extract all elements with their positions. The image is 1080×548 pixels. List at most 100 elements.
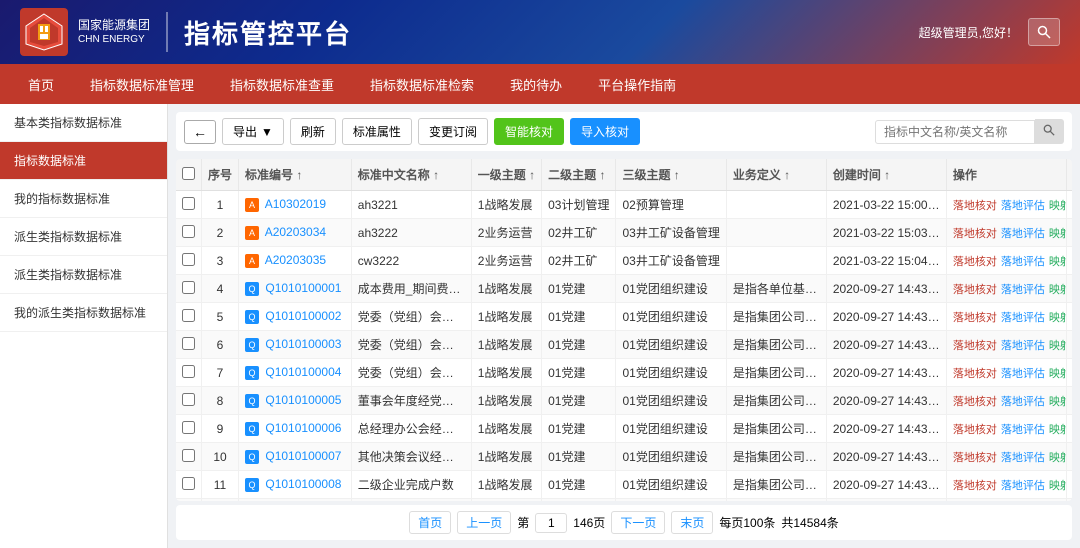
- action-eval[interactable]: 落地评估: [1001, 309, 1045, 325]
- action-landing[interactable]: 落地核对: [953, 421, 997, 437]
- row-code[interactable]: Q Q1010100001: [239, 275, 352, 303]
- row-checkbox[interactable]: [182, 309, 195, 322]
- import-button[interactable]: 导入核对: [570, 118, 640, 145]
- row-code-link[interactable]: Q1010100006: [265, 421, 341, 435]
- nav-standard-mgmt[interactable]: 指标数据标准管理: [72, 64, 212, 104]
- col-header-l3[interactable]: 三级主题 ↑: [616, 159, 726, 191]
- row-name[interactable]: cw3222: [351, 247, 471, 275]
- row-check[interactable]: [176, 191, 202, 219]
- row-name[interactable]: ah3222: [351, 219, 471, 247]
- nav-standard-search[interactable]: 指标数据标准检索: [352, 64, 492, 104]
- action-landing[interactable]: 落地核对: [953, 197, 997, 213]
- sidebar-item-standard[interactable]: 指标数据标准: [0, 142, 167, 180]
- action-landing[interactable]: 落地核对: [953, 337, 997, 353]
- row-code-link[interactable]: Q1010100008: [265, 477, 341, 491]
- action-eval[interactable]: 落地评估: [1001, 253, 1045, 269]
- action-landing[interactable]: 落地核对: [953, 225, 997, 241]
- action-recommend[interactable]: 映射推荐: [1049, 225, 1067, 241]
- row-name[interactable]: 成本费用_期间费用_...: [351, 275, 471, 303]
- subscribe-button[interactable]: 变更订阅: [418, 118, 488, 145]
- action-recommend[interactable]: 映射推荐: [1049, 309, 1067, 325]
- col-header-time[interactable]: 创建时间 ↑: [826, 159, 946, 191]
- row-code-link[interactable]: Q1010100002: [265, 309, 341, 323]
- row-name[interactable]: 党委（党组）会召开...: [351, 303, 471, 331]
- row-code[interactable]: A A10302019: [239, 191, 352, 219]
- col-header-creator[interactable]: 创建人 ↑: [1066, 159, 1072, 191]
- col-header-name[interactable]: 标准中文名称 ↑: [351, 159, 471, 191]
- row-code-link[interactable]: A20203034: [265, 225, 326, 239]
- sidebar-item-my-derived[interactable]: 我的派生类指标数据标准: [0, 294, 167, 332]
- action-recommend[interactable]: 映射推荐: [1049, 253, 1067, 269]
- action-recommend[interactable]: 映射推荐: [1049, 365, 1067, 381]
- page-next-btn[interactable]: 下一页: [611, 511, 665, 534]
- export-button[interactable]: 导出 ▼: [222, 118, 284, 145]
- action-recommend[interactable]: 映射推荐: [1049, 449, 1067, 465]
- row-check[interactable]: [176, 275, 202, 303]
- row-code[interactable]: A A20203034: [239, 219, 352, 247]
- row-code[interactable]: Q Q1010100003: [239, 331, 352, 359]
- row-check[interactable]: [176, 443, 202, 471]
- row-name[interactable]: 党委（党组）会审议...: [351, 359, 471, 387]
- row-checkbox[interactable]: [182, 393, 195, 406]
- action-recommend[interactable]: 映射推荐: [1049, 337, 1067, 353]
- row-checkbox[interactable]: [182, 281, 195, 294]
- row-check[interactable]: [176, 387, 202, 415]
- props-button[interactable]: 标准属性: [342, 118, 412, 145]
- action-eval[interactable]: 落地评估: [1001, 197, 1045, 213]
- action-recommend[interactable]: 映射推荐: [1049, 197, 1067, 213]
- col-header-l2[interactable]: 二级主题 ↑: [542, 159, 616, 191]
- row-checkbox[interactable]: [182, 365, 195, 378]
- col-header-code[interactable]: 标准编号 ↑: [239, 159, 352, 191]
- action-landing[interactable]: 落地核对: [953, 477, 997, 493]
- row-code[interactable]: Q Q1010100006: [239, 415, 352, 443]
- sidebar-item-basic[interactable]: 基本类指标数据标准: [0, 104, 167, 142]
- smart-button[interactable]: 智能核对: [494, 118, 564, 145]
- action-eval[interactable]: 落地评估: [1001, 477, 1045, 493]
- row-checkbox[interactable]: [182, 421, 195, 434]
- row-code[interactable]: Q Q1010100004: [239, 359, 352, 387]
- col-header-def[interactable]: 业务定义 ↑: [726, 159, 826, 191]
- row-code-link[interactable]: A10302019: [265, 197, 326, 211]
- action-eval[interactable]: 落地评估: [1001, 365, 1045, 381]
- row-code-link[interactable]: Q1010100003: [265, 337, 341, 351]
- back-button[interactable]: ←: [184, 120, 216, 144]
- nav-guide[interactable]: 平台操作指南: [580, 64, 694, 104]
- row-check[interactable]: [176, 219, 202, 247]
- row-check[interactable]: [176, 499, 202, 502]
- row-code-link[interactable]: A20203035: [265, 253, 326, 267]
- select-all-checkbox[interactable]: [182, 167, 195, 180]
- row-check[interactable]: [176, 415, 202, 443]
- row-name[interactable]: 二级企业完成户数: [351, 471, 471, 499]
- row-name[interactable]: 董事会年度经党委会...: [351, 387, 471, 415]
- row-name[interactable]: 党委（党组）会审议...: [351, 331, 471, 359]
- refresh-button[interactable]: 刷新: [290, 118, 336, 145]
- action-eval[interactable]: 落地评估: [1001, 393, 1045, 409]
- page-prev-btn[interactable]: 上一页: [457, 511, 511, 534]
- action-recommend[interactable]: 映射推荐: [1049, 477, 1067, 493]
- action-eval[interactable]: 落地评估: [1001, 337, 1045, 353]
- page-last-btn[interactable]: 末页: [671, 511, 713, 534]
- row-check[interactable]: [176, 359, 202, 387]
- nav-home[interactable]: 首页: [10, 64, 72, 104]
- sidebar-item-derived1[interactable]: 派生类指标数据标准: [0, 218, 167, 256]
- row-checkbox[interactable]: [182, 337, 195, 350]
- action-eval[interactable]: 落地评估: [1001, 281, 1045, 297]
- action-recommend[interactable]: 映射推荐: [1049, 393, 1067, 409]
- row-name[interactable]: 总经理办公会经党委...: [351, 415, 471, 443]
- row-checkbox[interactable]: [182, 225, 195, 238]
- col-header-l1[interactable]: 一级主题 ↑: [471, 159, 541, 191]
- action-eval[interactable]: 落地评估: [1001, 225, 1045, 241]
- row-check[interactable]: [176, 331, 202, 359]
- row-code[interactable]: Q Q1010100008: [239, 471, 352, 499]
- row-code-link[interactable]: Q1010100001: [265, 281, 341, 295]
- search-button[interactable]: [1035, 119, 1064, 144]
- action-landing[interactable]: 落地核对: [953, 365, 997, 381]
- header-search-btn[interactable]: [1028, 18, 1060, 46]
- search-input[interactable]: [875, 120, 1035, 144]
- row-code[interactable]: Q Q1010100005: [239, 387, 352, 415]
- sidebar-item-derived2[interactable]: 派生类指标数据标准: [0, 256, 167, 294]
- nav-pending[interactable]: 我的待办: [492, 64, 580, 104]
- row-name[interactable]: 其他决策会议经党委...: [351, 443, 471, 471]
- row-checkbox[interactable]: [182, 449, 195, 462]
- row-checkbox[interactable]: [182, 253, 195, 266]
